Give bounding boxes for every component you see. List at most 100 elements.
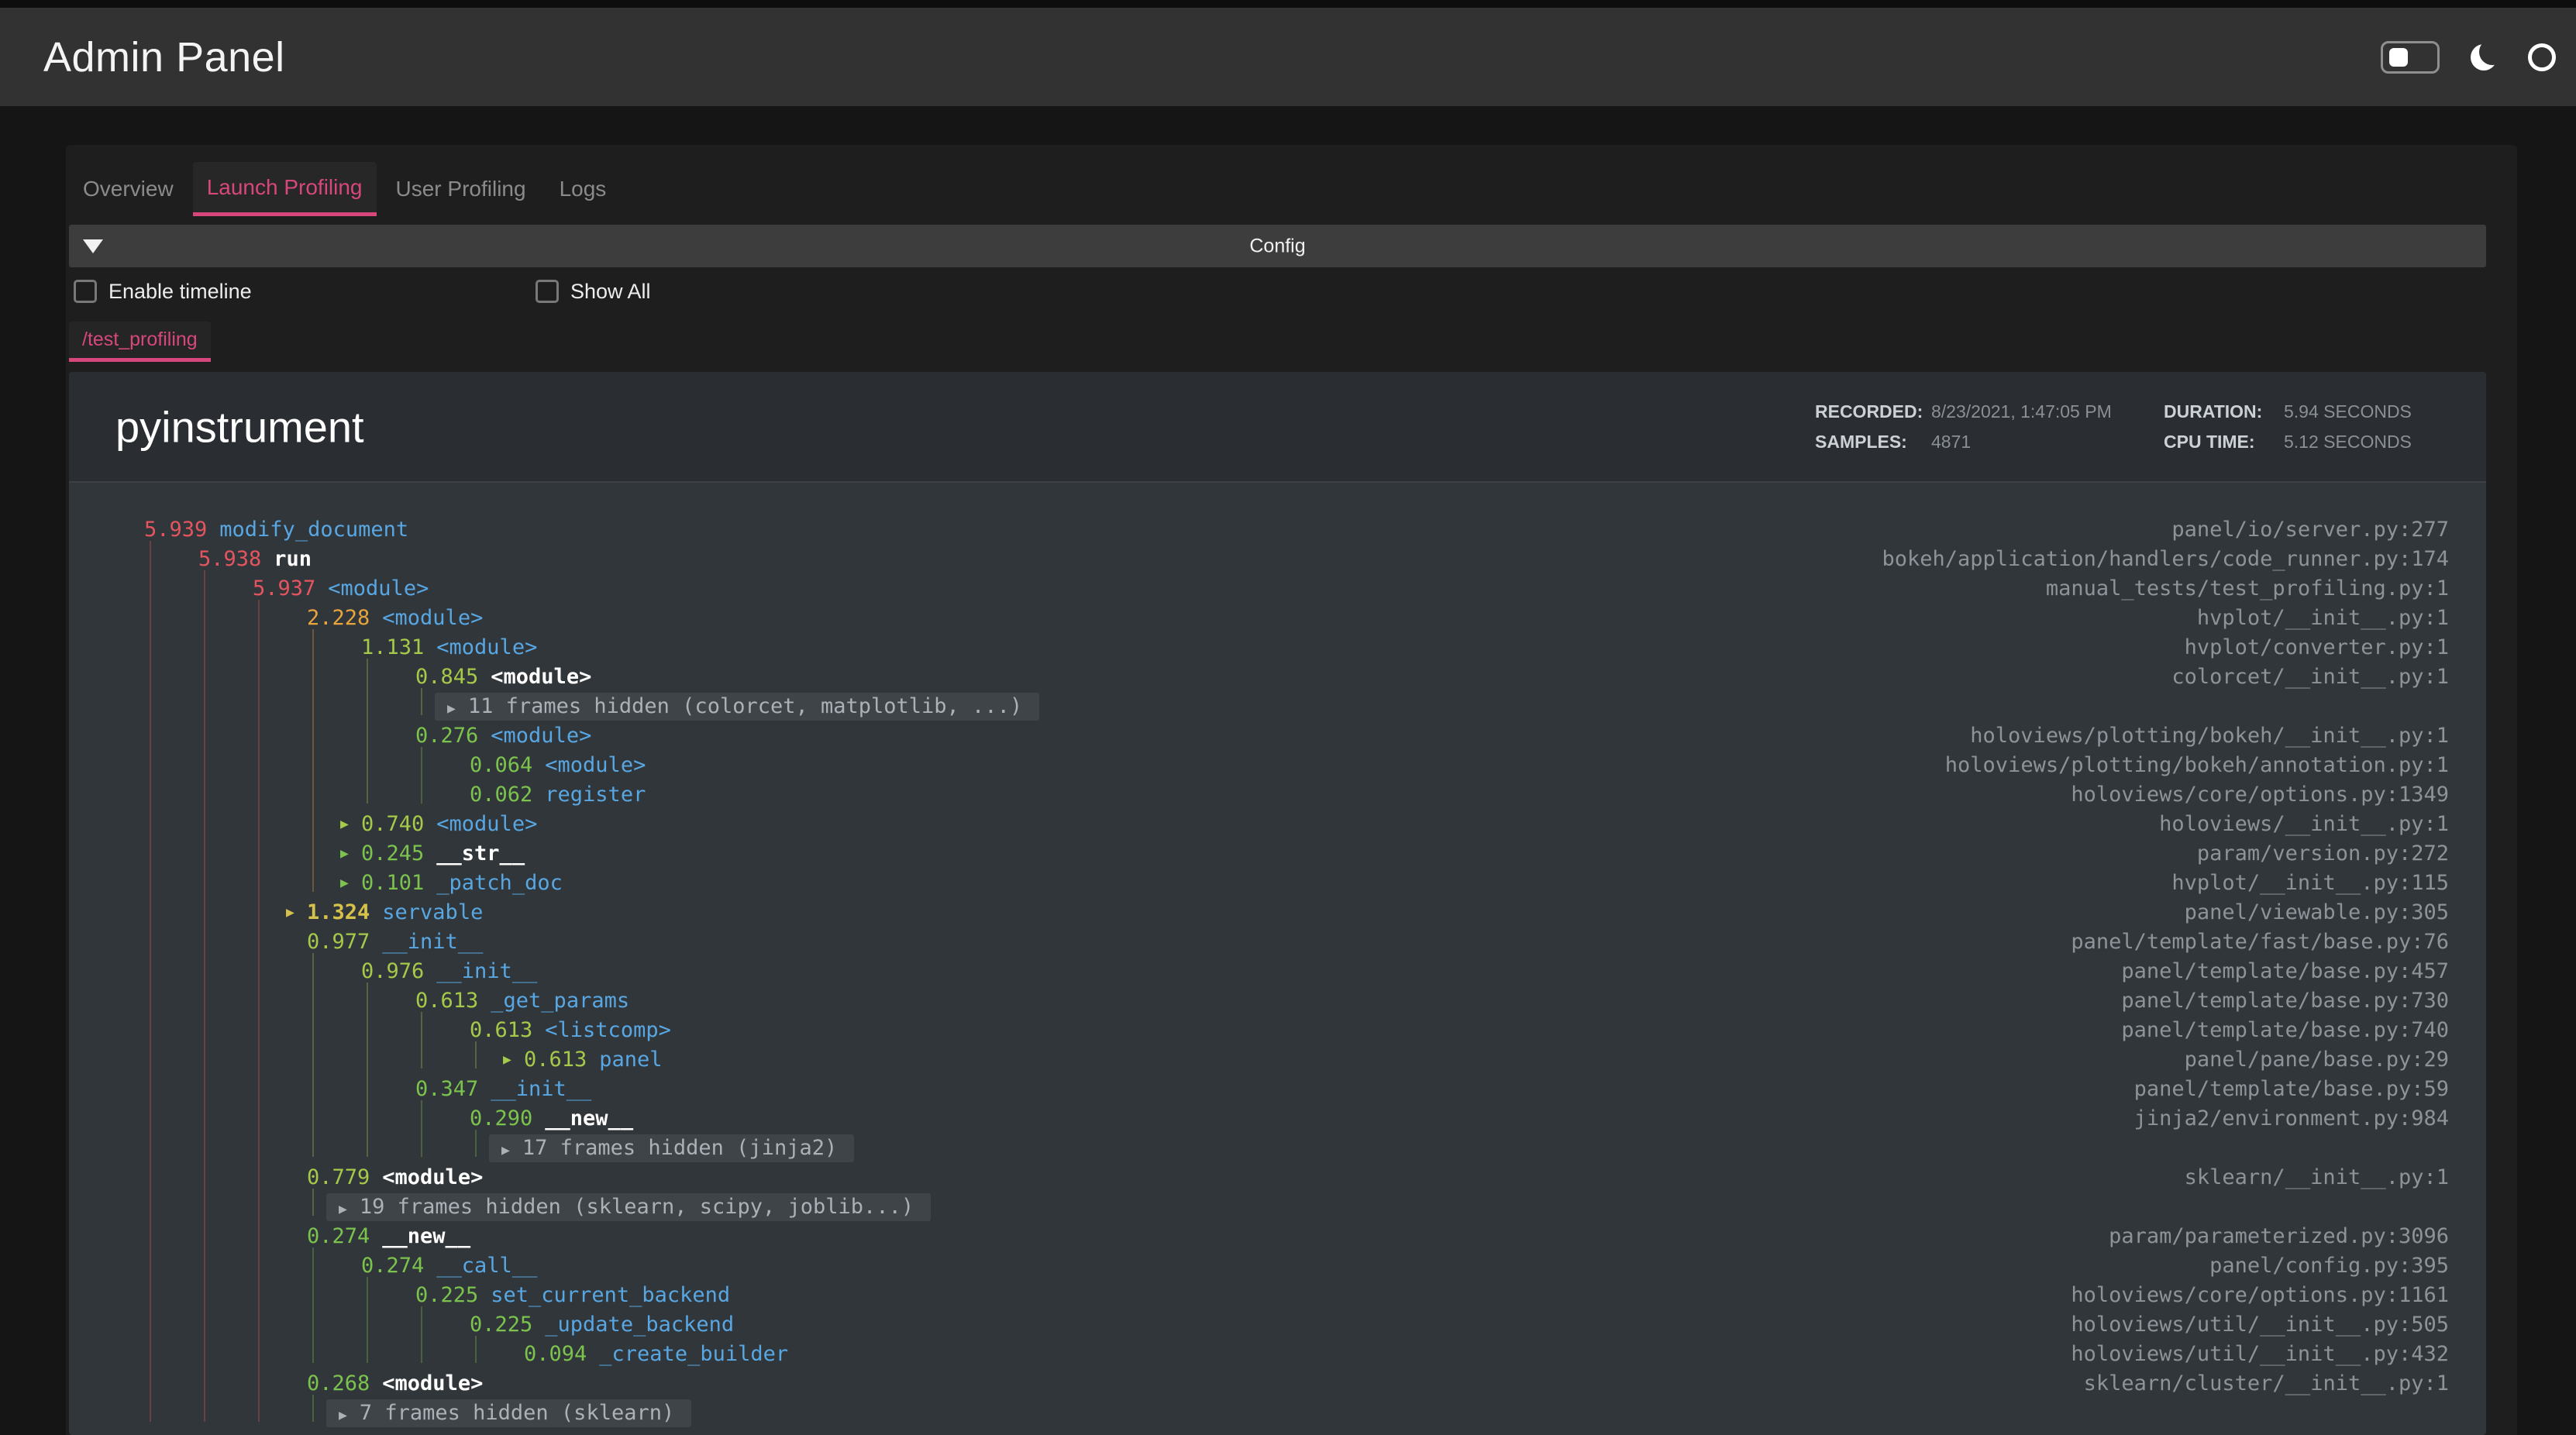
frame-time: 0.064 [470, 753, 533, 777]
collapse-caret-icon[interactable] [83, 239, 103, 253]
frame-time: 0.062 [470, 783, 533, 807]
frame-row[interactable]: 0.274 __call__ panel/config.py:395 [69, 1251, 2486, 1281]
frame-time: 0.268 [307, 1371, 370, 1395]
frame-source-path: param/version.py:272 [2196, 841, 2449, 865]
frame-source-path: panel/template/base.py:740 [2121, 1018, 2449, 1042]
frame-row[interactable]: 0.274 __new__ param/parameterized.py:3096 [69, 1222, 2486, 1251]
frame-row[interactable]: ▶ 0.245 __str__ param/version.py:272 [69, 839, 2486, 869]
collapsed-triangle-icon[interactable]: ▶ [503, 1045, 511, 1075]
frame-row[interactable]: 5.937 <module> manual_tests/test_profiling… [69, 574, 2486, 604]
frame-row[interactable]: 2.228 <module> hvplot/__init__.py:1 [69, 604, 2486, 633]
duration-value: 5.94 SECONDS [2284, 401, 2412, 422]
show-all-option[interactable]: Show All [536, 275, 651, 308]
frame-name: _update_backend [545, 1313, 735, 1337]
hidden-frames-label: 7 frames hidden (sklearn) [359, 1401, 675, 1425]
show-all-checkbox[interactable] [536, 280, 559, 303]
frame-row[interactable]: ▶ 0.101 _patch_doc hvplot/__init__.py:115 [69, 869, 2486, 898]
frame-source-path: holoviews/plotting/bokeh/__init__.py:1 [1970, 724, 2449, 748]
frame-row[interactable]: 0.268 <module> sklearn/cluster/__init__.py… [69, 1369, 2486, 1399]
frame-row[interactable]: 0.976 __init__ panel/template/base.py:457 [69, 957, 2486, 986]
frame-source-path: sklearn/cluster/__init__.py:1 [2083, 1371, 2449, 1395]
hidden-frames-row: ▶ 19 frames hidden (sklearn, scipy, jobli… [69, 1192, 2486, 1222]
tab-logs[interactable]: Logs [546, 162, 621, 216]
header-icons [2381, 38, 2556, 74]
profiler-meta: RECORDED: 8/23/2021, 1:47:05 PM DURATION… [1815, 401, 2443, 453]
frame-source-path: jinja2/environment.py:984 [2133, 1106, 2449, 1130]
theme-toggle[interactable] [2381, 40, 2440, 74]
collapsed-triangle-icon[interactable]: ▶ [340, 869, 349, 898]
samples-label: SAMPLES: [1815, 431, 1907, 452]
endpoint-tab-label: /test_profiling [82, 329, 198, 350]
tab-test-profiling[interactable]: /test_profiling [69, 322, 211, 362]
frame-name: <module> [382, 606, 484, 630]
frame-name: __init__ [491, 1077, 592, 1101]
enable-timeline-option[interactable]: Enable timeline [74, 275, 252, 308]
frame-row[interactable]: 0.225 set_current_backend holoviews/core/o… [69, 1281, 2486, 1310]
frame-row[interactable]: 5.939 modify_document panel/io/server.py:2… [69, 515, 2486, 545]
frame-name: modify_document [219, 518, 409, 542]
frame-time: 0.779 [307, 1165, 370, 1189]
frame-row[interactable]: 0.064 <module> holoviews/plotting/bokeh/an… [69, 751, 2486, 780]
frame-source-path: panel/template/base.py:457 [2121, 959, 2449, 983]
frame-name: <module> [436, 635, 538, 659]
hidden-frames-toggle[interactable]: ▶ 11 frames hidden (colorcet, matplotlib,… [435, 693, 1040, 721]
hidden-frames-toggle[interactable]: ▶ 19 frames hidden (sklearn, scipy, jobli… [326, 1193, 932, 1221]
frame-source-path: panel/config.py:395 [2209, 1254, 2449, 1278]
samples-value: 4871 [1931, 431, 1972, 452]
frame-source-path: bokeh/application/handlers/code_runner.p… [1882, 547, 2450, 571]
hidden-frames-toggle[interactable]: ▶ 17 frames hidden (jinja2) [489, 1134, 855, 1162]
tab-label: Launch Profiling [206, 174, 363, 199]
tab-user-profiling[interactable]: User Profiling [382, 162, 540, 216]
frame-row[interactable]: 5.938 run bokeh/application/handlers/code_… [69, 545, 2486, 574]
hidden-frames-label: 17 frames hidden (jinja2) [522, 1136, 838, 1160]
frame-name: <module> [382, 1371, 484, 1395]
hidden-frames-label: 19 frames hidden (sklearn, scipy, joblib… [359, 1195, 914, 1219]
frame-name: <module> [382, 1165, 484, 1189]
enable-timeline-checkbox[interactable] [74, 280, 97, 303]
frame-row[interactable]: 0.779 <module> sklearn/__init__.py:1 [69, 1163, 2486, 1192]
hidden-frames-toggle[interactable]: ▶ 7 frames hidden (sklearn) [326, 1399, 692, 1427]
frame-source-path: manual_tests/test_profiling.py:1 [2045, 576, 2449, 600]
frame-name: __init__ [436, 959, 538, 983]
config-section-header[interactable]: Config [69, 225, 2486, 267]
frame-time: 0.274 [307, 1224, 370, 1248]
frame-row[interactable]: 0.347 __init__ panel/template/base.py:59 [69, 1075, 2486, 1104]
frame-name: <module> [545, 753, 646, 777]
frame-row[interactable]: ▶ 0.740 <module> holoviews/__init__.py:1 [69, 810, 2486, 839]
frame-row[interactable]: 0.613 <listcomp> panel/template/base.py:74… [69, 1016, 2486, 1045]
frame-source-path: holoviews/__init__.py:1 [2159, 812, 2449, 836]
tab-launch-profiling[interactable]: Launch Profiling [192, 162, 377, 216]
frame-row[interactable]: 0.977 __init__ panel/template/fast/base.py… [69, 927, 2486, 957]
frame-time: 0.613 [524, 1048, 587, 1072]
frame-row[interactable]: 0.845 <module> colorcet/__init__.py:1 [69, 662, 2486, 692]
collapsed-triangle-icon[interactable]: ▶ [286, 898, 294, 927]
moon-icon [2471, 38, 2505, 71]
frame-row[interactable]: 0.062 register holoviews/core/options.py:1… [69, 780, 2486, 810]
frame-row[interactable]: 0.225 _update_backend holoviews/util/__ini… [69, 1310, 2486, 1340]
frame-name: <module> [491, 665, 592, 689]
frame-row[interactable]: 0.613 _get_params panel/template/base.py:7… [69, 986, 2486, 1016]
tab-overview[interactable]: Overview [69, 162, 188, 216]
frame-time: 0.225 [415, 1283, 479, 1307]
frame-time: 0.101 [361, 871, 425, 895]
profile-tree-scroll-area[interactable]: 5.939 modify_document panel/io/server.py:2… [69, 484, 2486, 1435]
config-options-row: Enable timeline Show All [69, 275, 2486, 308]
frame-time: 0.347 [415, 1077, 479, 1101]
cpu-time-value: 5.12 SECONDS [2284, 431, 2412, 452]
expand-triangle-icon: ▶ [339, 1407, 347, 1423]
frame-source-path: panel/template/fast/base.py:76 [2071, 930, 2449, 954]
collapsed-triangle-icon[interactable]: ▶ [340, 810, 349, 839]
frame-row[interactable]: ▶ 1.324 servable panel/viewable.py:305 [69, 898, 2486, 927]
frame-source-path: panel/template/base.py:730 [2121, 989, 2449, 1013]
frame-row[interactable]: 0.094 _create_builder holoviews/util/__ini… [69, 1340, 2486, 1369]
frame-source-path: hvplot/converter.py:1 [2184, 635, 2449, 659]
hidden-frames-label: 11 frames hidden (colorcet, matplotlib, … [467, 694, 1023, 718]
collapsed-triangle-icon[interactable]: ▶ [340, 839, 349, 869]
frame-row[interactable]: 0.290 __new__ jinja2/environment.py:984 [69, 1104, 2486, 1134]
frame-time: 0.225 [470, 1313, 533, 1337]
frame-time: 5.939 [144, 518, 208, 542]
cpu-time-label: CPU TIME: [2164, 431, 2255, 452]
frame-row[interactable]: ▶ 0.613 panel panel/pane/base.py:29 [69, 1045, 2486, 1075]
frame-row[interactable]: 0.276 <module> holoviews/plotting/bokeh/__… [69, 721, 2486, 751]
frame-row[interactable]: 1.131 <module> hvplot/converter.py:1 [69, 633, 2486, 662]
